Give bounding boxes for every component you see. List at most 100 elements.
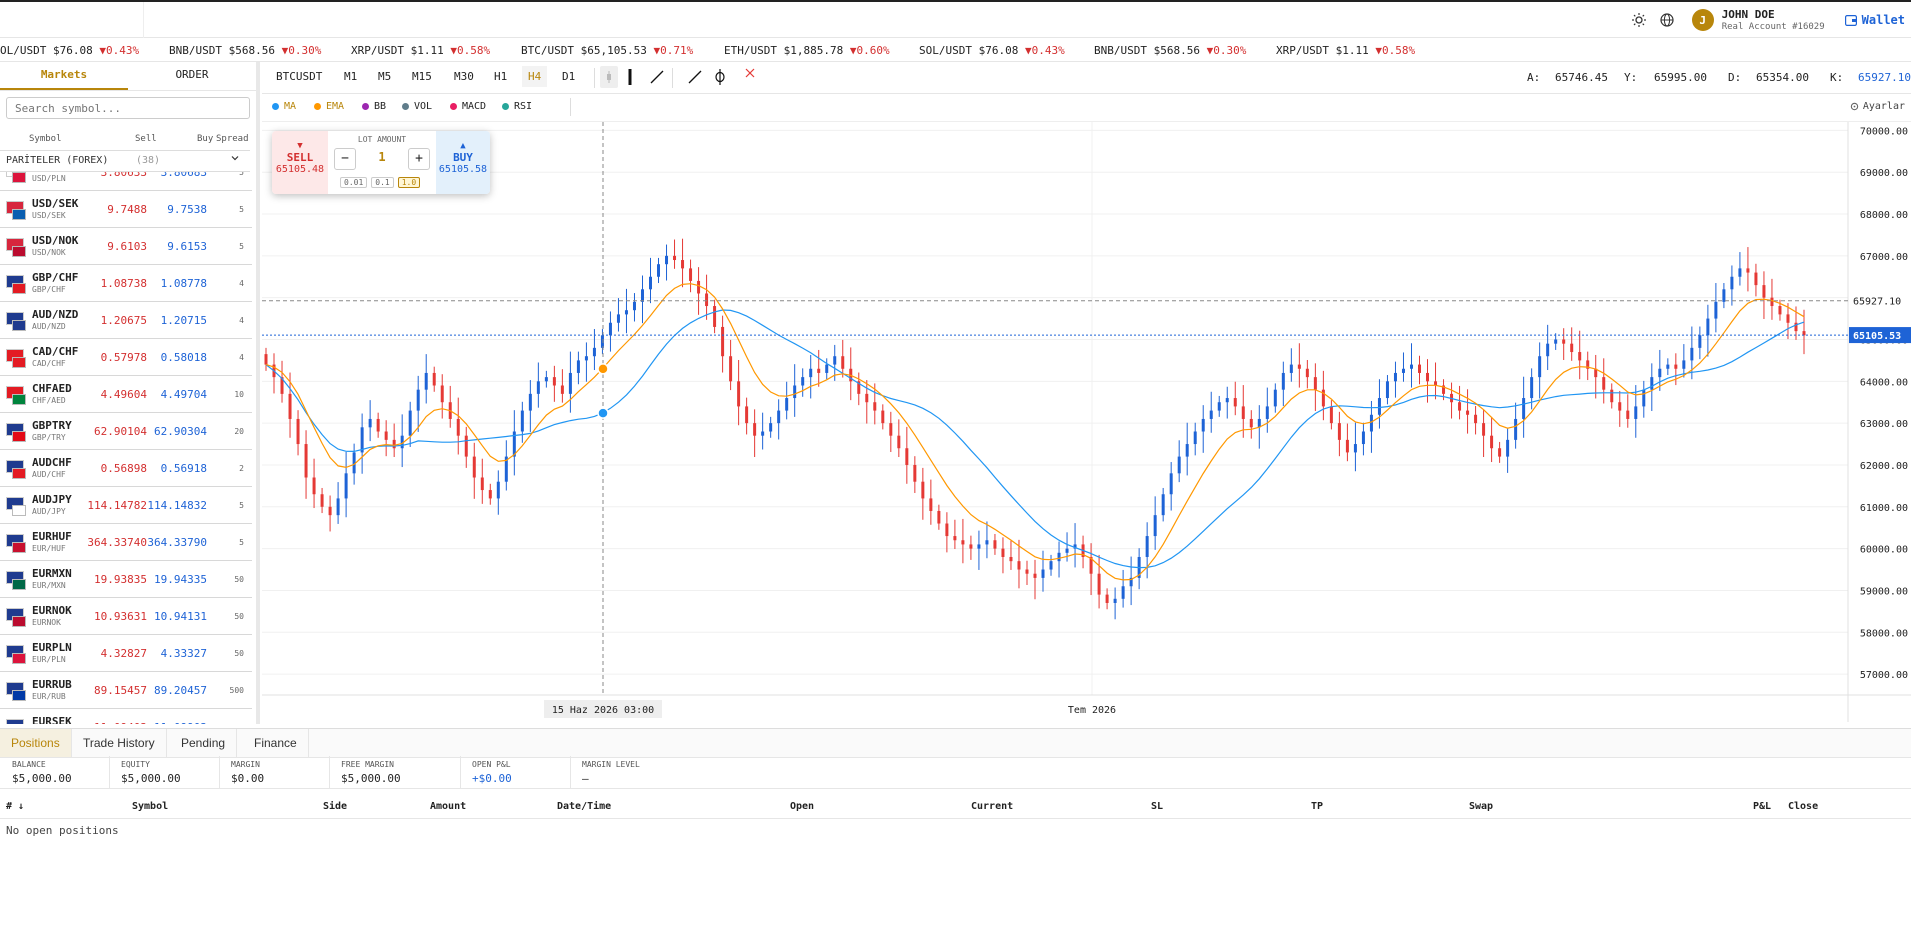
lot-minus-button[interactable]: −: [334, 148, 356, 170]
candle-body: [1281, 372, 1285, 390]
bar-tool-icon[interactable]: [624, 68, 636, 89]
market-buy-price[interactable]: 1.20715: [161, 314, 207, 327]
lot-plus-button[interactable]: +: [408, 148, 430, 170]
user-menu[interactable]: J JOHN DOE Real Account #16029: [1691, 8, 1825, 33]
ticker-item[interactable]: BNB/USDT $568.56 ▼0.30%: [169, 44, 321, 57]
buy-button[interactable]: ▲ BUY 65105.58: [436, 131, 490, 194]
tab-timeframe-m5[interactable]: M5: [378, 70, 391, 83]
market-sell-price[interactable]: 1.08738: [101, 277, 147, 290]
tab-pending[interactable]: Pending: [170, 729, 238, 757]
market-buy-price[interactable]: 19.94335: [154, 573, 207, 586]
tab-markets[interactable]: Markets: [0, 62, 128, 90]
market-row[interactable]: EURPLN EUR/PLN 4.32827 4.33327 50: [0, 635, 252, 672]
indicator-dot-icon: [314, 103, 321, 110]
search-input[interactable]: [6, 97, 250, 119]
market-buy-price[interactable]: 0.58018: [161, 351, 207, 364]
ticker-item[interactable]: BTC/USDT $65,105.53 ▼0.71%: [521, 44, 693, 57]
market-sell-price[interactable]: 4.32827: [101, 647, 147, 660]
market-row[interactable]: USD/NOK USD/NOK 9.6103 9.6153 5: [0, 228, 252, 265]
market-buy-price[interactable]: 10.94131: [154, 610, 207, 623]
market-sell-price[interactable]: 364.33740: [87, 536, 147, 549]
lot-preset-button[interactable]: 1.0: [397, 177, 421, 188]
market-sell-price[interactable]: 0.57978: [101, 351, 147, 364]
tab-timeframe-m30[interactable]: M30: [454, 70, 474, 83]
tab-positions[interactable]: Positions: [0, 729, 72, 757]
clear-icon[interactable]: [744, 67, 756, 82]
settings-button[interactable]: Ayarlar: [1850, 101, 1905, 112]
market-row[interactable]: AUDJPY AUD/JPY 114.14782 114.14832 5: [0, 487, 252, 524]
market-row[interactable]: EURSEKEUR/SEK11.0940311.0990350: [0, 709, 252, 724]
market-buy-price[interactable]: 11.09903: [154, 721, 207, 724]
market-row[interactable]: CHFAED CHF/AED 4.49604 4.49704 10: [0, 376, 252, 413]
ticker-item[interactable]: BNB/USDT $568.56 ▼0.30%: [1094, 44, 1246, 57]
tab-order[interactable]: ORDER: [128, 62, 256, 90]
tab-timeframe-h4[interactable]: H4: [522, 66, 548, 87]
market-row[interactable]: EURNOK EURNOK 10.93631 10.94131 50: [0, 598, 252, 635]
ticker-item[interactable]: ETH/USDT $1,885.78 ▼0.60%: [724, 44, 890, 57]
market-sell-price[interactable]: 1.20675: [101, 314, 147, 327]
tab-finance[interactable]: Finance: [243, 729, 309, 757]
market-row[interactable]: GBPTRY GBP/TRY 62.90104 62.90304 20: [0, 413, 252, 450]
indicator-rsi[interactable]: RSI: [502, 101, 532, 112]
market-sell-price[interactable]: 19.93835: [94, 573, 147, 586]
indicator-vol[interactable]: VOL: [402, 101, 432, 112]
fib-tool-icon[interactable]: [714, 68, 726, 89]
market-row[interactable]: USD/SEK USD/SEK 9.7488 9.7538 5: [0, 191, 252, 228]
market-sell-price[interactable]: 0.56898: [101, 462, 147, 475]
market-row[interactable]: EURMXN EUR/MXN 19.93835 19.94335 50: [0, 561, 252, 598]
market-buy-price[interactable]: 364.33790: [147, 536, 207, 549]
trendline-tool-icon[interactable]: [687, 69, 703, 88]
globe-icon[interactable]: [1658, 11, 1676, 29]
ticker-item[interactable]: XRP/USDT $1.11 ▼0.58%: [351, 44, 490, 57]
ticker-pair-price: BNB/USDT $568.56: [169, 44, 282, 57]
market-buy-price[interactable]: 89.20457: [154, 684, 207, 697]
market-row[interactable]: EURHUF EUR/HUF 364.33740 364.33790 5: [0, 524, 252, 561]
lot-value[interactable]: 1: [372, 150, 392, 164]
indicator-ema[interactable]: EMA: [314, 101, 344, 112]
market-sell-price[interactable]: 9.7488: [107, 203, 147, 216]
indicator-ma[interactable]: MA: [272, 101, 296, 112]
market-buy-price[interactable]: 4.49704: [161, 388, 207, 401]
market-buy-price[interactable]: 62.90304: [154, 425, 207, 438]
candle-tool-icon[interactable]: [600, 66, 618, 88]
market-buy-price[interactable]: 0.56918: [161, 462, 207, 475]
indicator-bb[interactable]: BB: [362, 101, 386, 112]
candle-body: [1065, 548, 1069, 553]
group-header-forex[interactable]: PARİTELER (FOREX) (38): [0, 150, 250, 172]
market-row[interactable]: EURRUB EUR/RUB 89.15457 89.20457 500: [0, 672, 252, 709]
market-sell-price[interactable]: 62.90104: [94, 425, 147, 438]
wallet-button[interactable]: Wallet: [1844, 13, 1905, 27]
sun-icon[interactable]: [1630, 11, 1648, 29]
market-sell-price[interactable]: 10.93631: [94, 610, 147, 623]
market-sell-price[interactable]: 114.14782: [87, 499, 147, 512]
market-buy-price[interactable]: 9.7538: [167, 203, 207, 216]
ticker-item[interactable]: OL/USDT $76.08 ▼0.43%: [0, 44, 139, 57]
market-row[interactable]: GBP/CHF GBP/CHF 1.08738 1.08778 4: [0, 265, 252, 302]
market-buy-price[interactable]: 9.6153: [167, 240, 207, 253]
market-row[interactable]: AUD/NZD AUD/NZD 1.20675 1.20715 4: [0, 302, 252, 339]
market-sell-price[interactable]: 4.49604: [101, 388, 147, 401]
tab-timeframe-m1[interactable]: M1: [344, 70, 357, 83]
price-chart[interactable]: 57000.00 58000.00 59000.00 60000.00 61000.00…: [262, 122, 1911, 722]
col-header[interactable]: # ↓: [6, 801, 24, 812]
ticker-item[interactable]: SOL/USDT $76.08 ▼0.43%: [919, 44, 1065, 57]
ticker-item[interactable]: XRP/USDT $1.11 ▼0.58%: [1276, 44, 1415, 57]
market-sell-price[interactable]: 9.6103: [107, 240, 147, 253]
market-sell-price[interactable]: 11.09403: [94, 721, 147, 724]
lot-preset-button[interactable]: 0.01: [340, 177, 368, 188]
indicator-macd[interactable]: MACD: [450, 101, 486, 112]
market-buy-price[interactable]: 4.33327: [161, 647, 207, 660]
market-buy-price[interactable]: 114.14832: [147, 499, 207, 512]
chart-symbol[interactable]: BTCUSDT: [276, 70, 322, 83]
tab-timeframe-h1[interactable]: H1: [494, 70, 507, 83]
market-buy-price[interactable]: 1.08778: [161, 277, 207, 290]
market-sell-price[interactable]: 89.15457: [94, 684, 147, 697]
tab-timeframe-d1[interactable]: D1: [562, 70, 575, 83]
line-tool-icon[interactable]: [649, 69, 665, 88]
lot-preset-button[interactable]: 0.1: [371, 177, 394, 188]
tab-timeframe-m15[interactable]: M15: [412, 70, 432, 83]
market-row[interactable]: AUDCHF AUD/CHF 0.56898 0.56918 2: [0, 450, 252, 487]
sell-button[interactable]: ▼ SELL 65105.48: [272, 131, 328, 194]
market-row[interactable]: CAD/CHF CAD/CHF 0.57978 0.58018 4: [0, 339, 252, 376]
tab-trade-history[interactable]: Trade History: [72, 729, 167, 757]
